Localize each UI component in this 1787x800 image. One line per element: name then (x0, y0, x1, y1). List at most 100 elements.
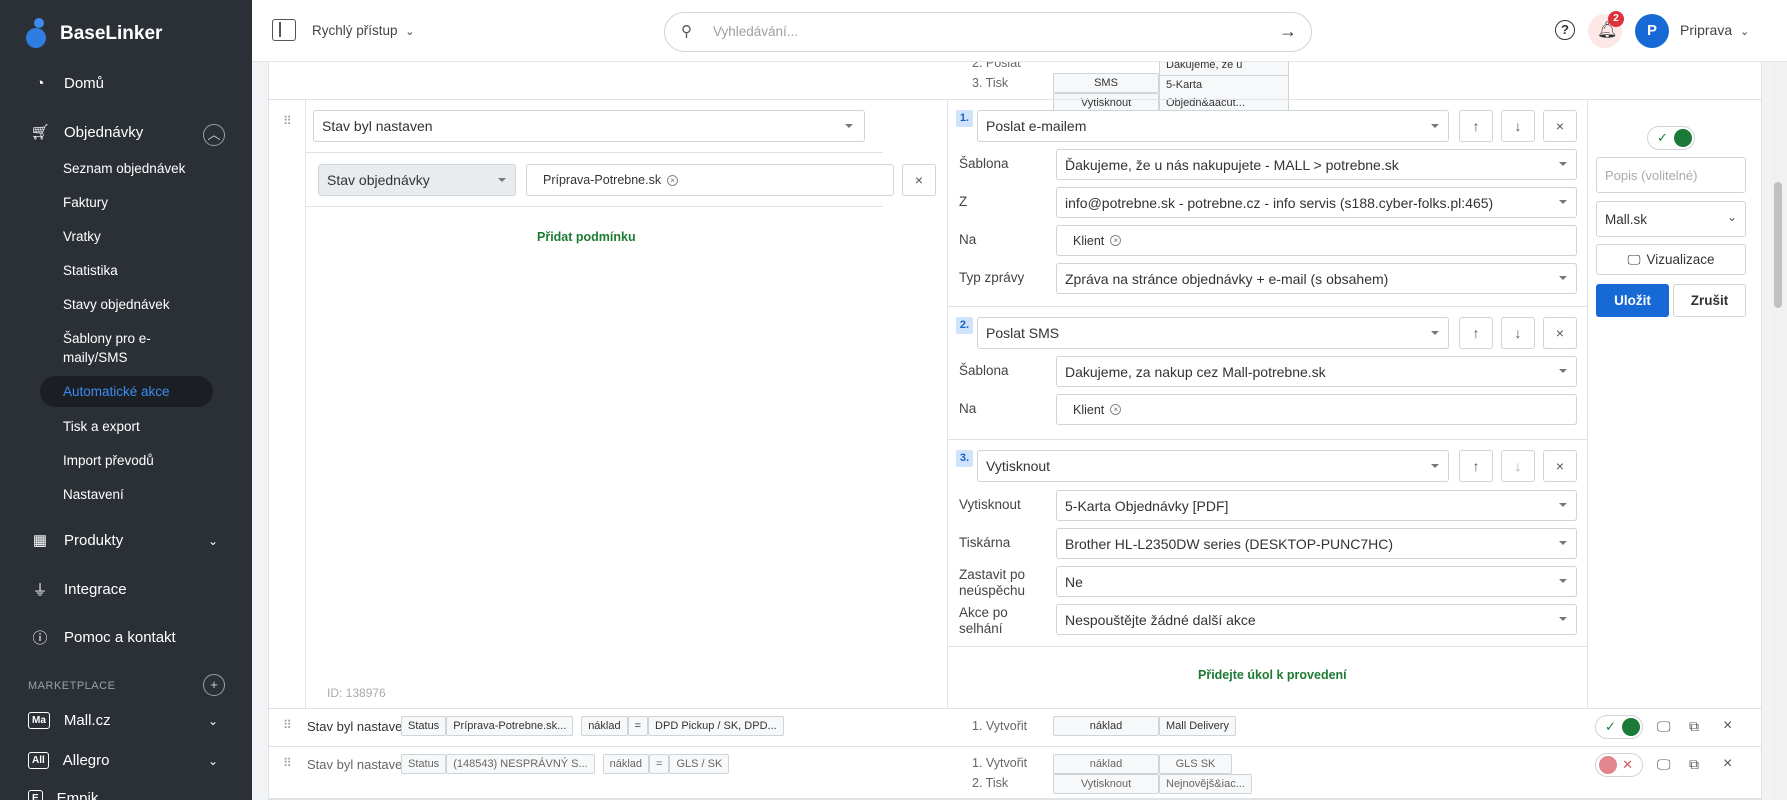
nav-help[interactable]: ⓘ Pomoc a kontakt (30, 627, 175, 648)
add-marketplace-icon[interactable]: + (203, 674, 225, 696)
email-template-select[interactable]: Ďakujeme, že u nás nakupujete - MALL > p… (1056, 149, 1577, 180)
email-to-select[interactable]: Klient × (1056, 225, 1577, 256)
nav-marketplace-mall[interactable]: Ma Mall.cz (28, 712, 111, 729)
drag-handle-icon[interactable]: ⠿ (283, 756, 292, 770)
search-icon: ⚲ (681, 23, 692, 40)
stop-on-failure-select[interactable]: Ne (1056, 566, 1577, 597)
collapse-orders-icon[interactable]: ︿ (203, 124, 225, 146)
sidebar-item-templates[interactable]: Šablony pro e- maily/SMS (63, 329, 151, 367)
move-up-button[interactable]: ↑ (1459, 450, 1493, 482)
monitor-icon[interactable]: 🖵︎ (1657, 756, 1671, 773)
monitor-icon[interactable]: 🖵︎ (1657, 718, 1671, 735)
visualize-button[interactable]: 🖵︎ Vizualizace (1596, 244, 1746, 275)
nav-orders[interactable]: 🛒︎ Objednávky (30, 123, 143, 142)
sidebar-item-returns[interactable]: Vratky (63, 227, 101, 246)
divider (1587, 100, 1588, 708)
check-icon: ✓ (1657, 130, 1668, 145)
sms-to-select[interactable]: Klient × (1056, 394, 1577, 425)
sidebar-item-statistics[interactable]: Statistika (63, 261, 118, 280)
description-input[interactable]: Popis (volitelné) (1596, 157, 1746, 193)
action-1-type-select[interactable]: Poslat e-mailem (977, 110, 1449, 142)
sidebar-item-order-statuses[interactable]: Stavy objednávek (63, 295, 170, 314)
chevron-down-icon[interactable]: ⌄ (208, 754, 218, 768)
rule-trigger: Stav byl nastaven (307, 719, 410, 734)
baselinker-logo-icon (26, 18, 52, 50)
nav-marketplace-allegro[interactable]: All Allegro (28, 752, 109, 769)
quick-access-button[interactable]: Rychlý přístup ⌄ (312, 23, 415, 38)
action-3-type-select[interactable]: Vytisknout (977, 450, 1449, 482)
sidebar-toggle-icon[interactable] (272, 19, 296, 41)
remove-chip-icon[interactable]: × (1110, 235, 1122, 246)
move-down-button[interactable]: ↓ (1501, 450, 1535, 482)
rule-action: náklad GLS SK (1053, 754, 1232, 774)
close-icon[interactable]: × (1723, 717, 1732, 735)
notifications-button[interactable]: 🔔︎ 2 (1588, 11, 1624, 48)
move-down-button[interactable]: ↓ (1501, 110, 1535, 142)
divider (305, 152, 883, 153)
move-up-button[interactable]: ↑ (1459, 317, 1493, 349)
search-bar[interactable]: ⚲ Vyhledávání... → (664, 12, 1312, 52)
arrow-right-icon[interactable]: → (1279, 21, 1297, 42)
nav-integrations[interactable]: ⏚ Integrace (30, 579, 126, 600)
nav-home[interactable]: ◔ Domů (30, 75, 104, 92)
sidebar-item-automatic-actions[interactable]: Automatické akce (40, 376, 213, 407)
help-icon[interactable]: ? (1555, 20, 1575, 40)
avatar[interactable]: P (1635, 14, 1669, 48)
remove-chip-icon[interactable]: × (667, 174, 679, 186)
trigger-select[interactable]: Stav byl nastaven (313, 110, 865, 142)
print-document-select[interactable]: 5-Karta Objednávky [PDF] (1056, 490, 1577, 521)
on-failure-action-select[interactable]: Nespouštějte žádné další akce (1056, 604, 1577, 635)
move-up-button[interactable]: ↑ (1459, 110, 1493, 142)
condition-value-select[interactable]: Príprava-Potrebne.sk × (526, 164, 894, 196)
mall-badge-icon: Ma (28, 712, 50, 729)
allegro-badge-icon: All (28, 752, 49, 769)
rule-action-index: 1. Vytvořit (972, 719, 1028, 733)
rule-enabled-toggle[interactable]: ✕ (1595, 753, 1643, 777)
sidebar-item-invoices[interactable]: Faktury (63, 193, 108, 212)
sidebar-item-import-transfers[interactable]: Import převodů (63, 451, 154, 470)
user-menu[interactable]: Priprava ⌄ (1680, 22, 1749, 38)
cancel-button[interactable]: Zrušit (1673, 284, 1746, 317)
divider (269, 708, 1761, 709)
sms-template-select[interactable]: Dakujeme, za nakup cez Mall-potrebne.sk (1056, 356, 1577, 387)
page-scrollbar[interactable] (1770, 62, 1787, 800)
save-button[interactable]: Uložit (1596, 284, 1669, 317)
remove-action-button[interactable]: × (1543, 317, 1577, 349)
duplicate-icon[interactable]: ⧉ (1689, 718, 1699, 735)
add-condition-button[interactable]: Přidat podmínku (537, 230, 636, 244)
action-2-type-select[interactable]: Poslat SMS (977, 317, 1449, 349)
rule-enabled-toggle[interactable]: ✓ (1595, 715, 1643, 739)
scrollbar-thumb[interactable] (1774, 182, 1782, 308)
printer-select[interactable]: Brother HL-L2350DW series (DESKTOP-PUNC7… (1056, 528, 1577, 559)
chevron-down-icon[interactable]: ⌄ (208, 714, 218, 728)
nav-products[interactable]: ▦ Produkty (30, 531, 123, 550)
cart-icon: 🛒︎ (30, 124, 50, 141)
rule-enabled-toggle[interactable]: ✓ (1647, 126, 1695, 150)
chevron-down-icon (1559, 617, 1567, 621)
rule-action: náklad Mall Delivery (1053, 716, 1236, 736)
sidebar-item-order-list[interactable]: Seznam objednávek (63, 159, 185, 178)
duplicate-icon[interactable]: ⧉ (1689, 756, 1699, 773)
move-down-button[interactable]: ↓ (1501, 317, 1535, 349)
remove-condition-button[interactable]: × (902, 164, 936, 196)
condition-field-select[interactable]: Stav objednávky (318, 164, 516, 196)
sidebar-item-print-export[interactable]: Tisk a export (63, 417, 140, 436)
message-type-select[interactable]: Zpráva na stránce objednávky + e-mail (s… (1056, 263, 1577, 294)
drag-handle-icon[interactable]: ⠿ (283, 114, 292, 128)
close-icon[interactable]: × (1723, 755, 1732, 773)
cross-icon: ✕ (1622, 757, 1633, 772)
chevron-down-icon[interactable]: ⌄ (208, 534, 218, 548)
logo[interactable]: BaseLinker (26, 18, 162, 50)
remove-action-button[interactable]: × (1543, 110, 1577, 142)
remove-chip-icon[interactable]: × (1110, 404, 1122, 415)
search-input[interactable]: Vyhledávání... (713, 24, 798, 39)
nav-marketplace-empik[interactable]: E Empik (28, 790, 98, 800)
products-icon: ▦ (32, 532, 48, 549)
sidebar-item-settings[interactable]: Nastavení (63, 485, 124, 504)
check-icon: ✓ (1605, 719, 1616, 734)
remove-action-button[interactable]: × (1543, 450, 1577, 482)
drag-handle-icon[interactable]: ⠿ (283, 718, 292, 732)
account-select[interactable]: Mall.sk ⌄ (1596, 201, 1746, 237)
email-from-select[interactable]: info@potrebne.sk - potrebne.cz - info se… (1056, 187, 1577, 218)
add-task-button[interactable]: Přidejte úkol k provedení (1198, 668, 1347, 682)
